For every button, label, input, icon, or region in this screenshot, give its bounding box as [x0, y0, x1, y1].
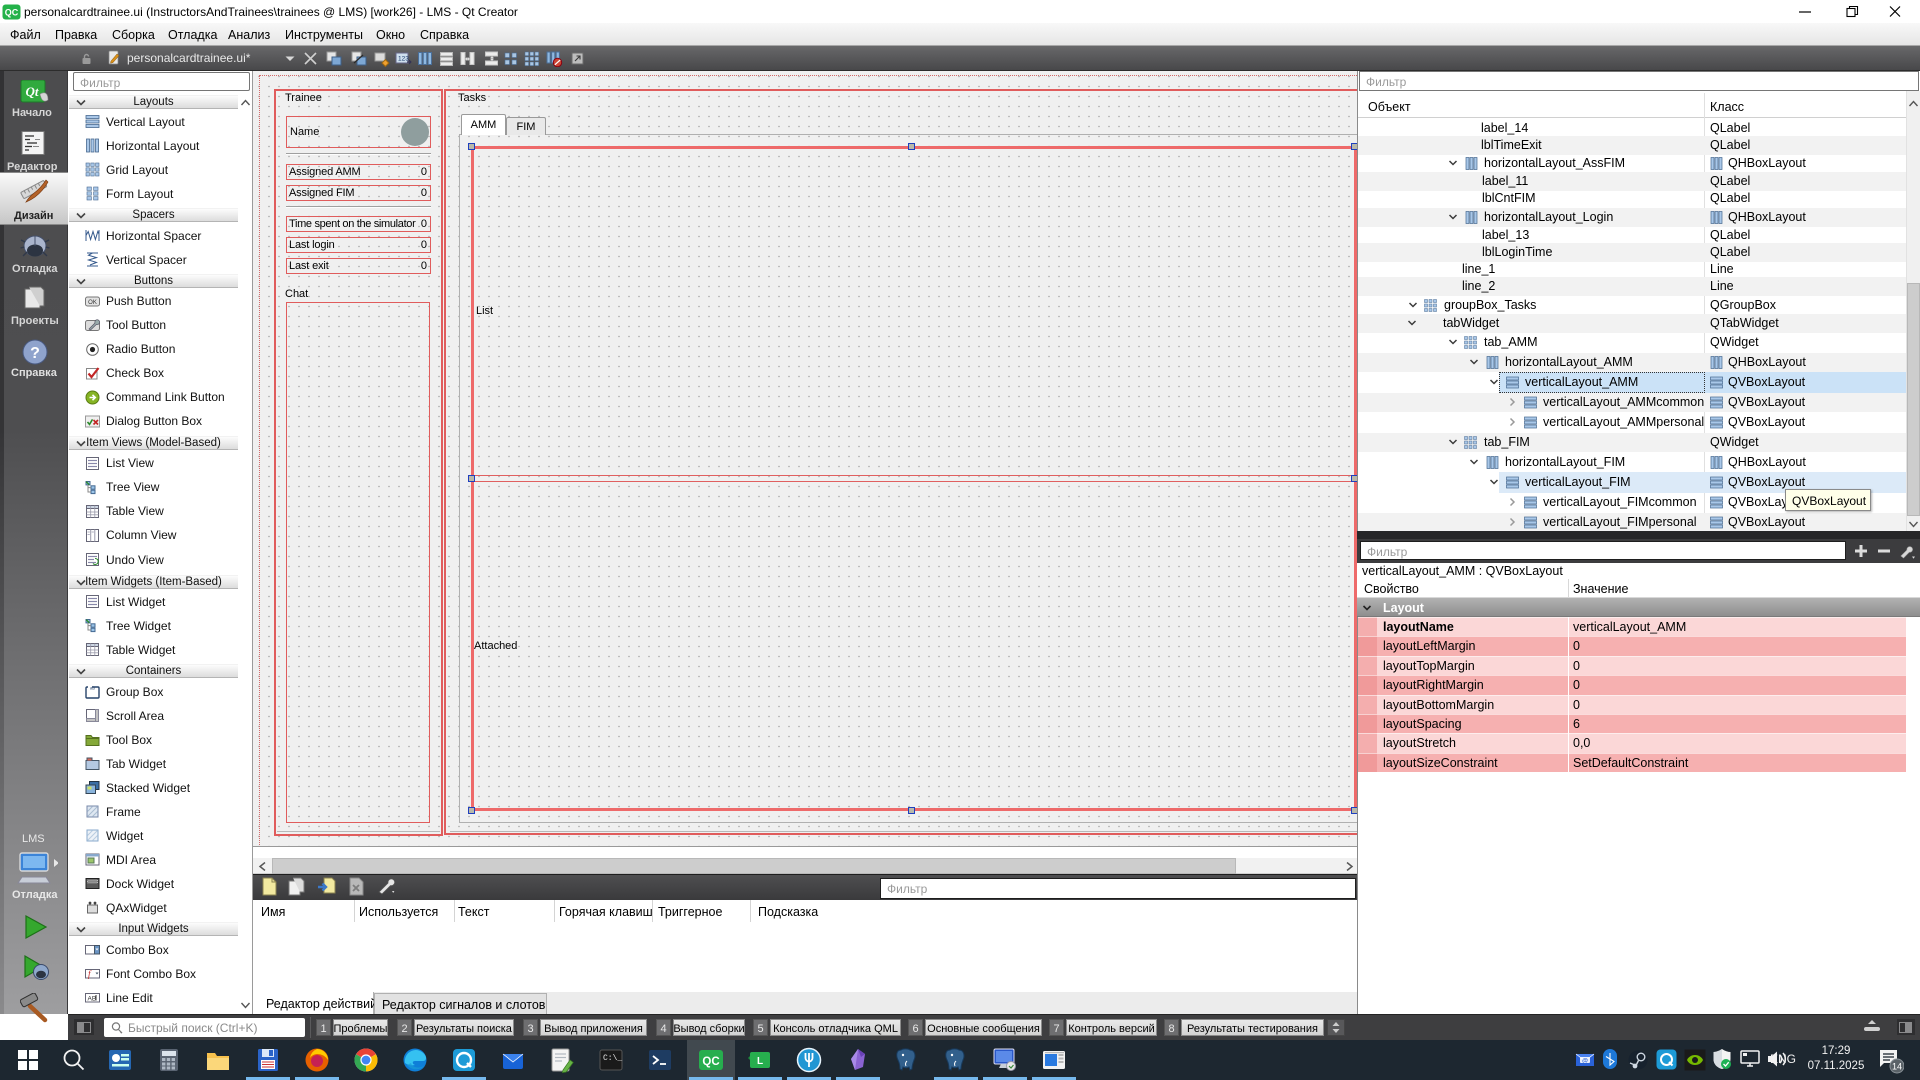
svg-text:ab: ab [90, 686, 96, 691]
svg-text:QC: QC [702, 1056, 719, 1068]
svg-text:OK: OK [88, 300, 97, 306]
svg-text:@: @ [1582, 1059, 1588, 1065]
svg-text:C:\_: C:\_ [603, 1054, 622, 1063]
svg-text:Qt: Qt [26, 84, 39, 99]
svg-text:AB: AB [88, 996, 97, 1003]
svg-text:14: 14 [1892, 1062, 1902, 1072]
svg-text:123: 123 [398, 56, 409, 63]
svg-text:?: ? [30, 345, 40, 362]
svg-text:L: L [757, 1056, 763, 1067]
svg-text:QC: QC [5, 8, 19, 18]
